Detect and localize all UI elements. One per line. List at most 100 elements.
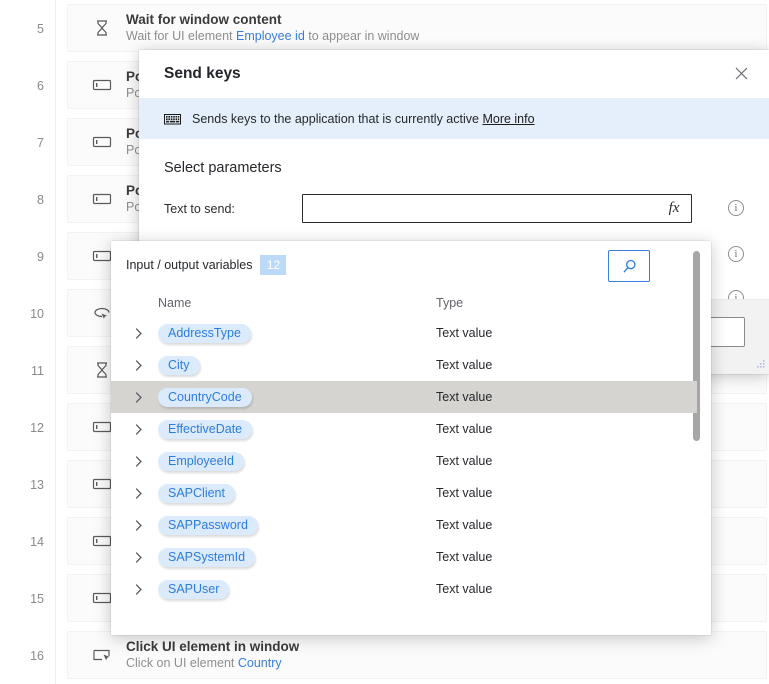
- flow-row-number: 9: [37, 250, 44, 264]
- variable-name-cell: EffectiveDate: [158, 419, 436, 439]
- info-icon[interactable]: i: [728, 246, 744, 262]
- variable-row[interactable]: AddressType Text value: [111, 317, 697, 349]
- section-title: Select parameters: [164, 160, 282, 176]
- text-to-send-row: Text to send: fx i: [139, 194, 769, 223]
- flow-row-number: 8: [37, 193, 44, 207]
- resize-grip-icon[interactable]: [754, 359, 766, 371]
- keyboard-icon: [164, 110, 182, 128]
- chevron-right-icon[interactable]: [135, 551, 158, 563]
- flow-row-link[interactable]: Employee id: [236, 29, 305, 43]
- variable-type: Text value: [436, 486, 493, 500]
- chevron-right-icon[interactable]: [135, 583, 158, 595]
- variable-chip[interactable]: EmployeeId: [158, 451, 245, 471]
- flow-row-number: 6: [37, 79, 44, 93]
- fx-icon[interactable]: fx: [662, 197, 686, 219]
- flow-row[interactable]: 5 Wait for window content Wait for UI elem…: [0, 4, 769, 54]
- chevron-right-icon[interactable]: [135, 327, 158, 339]
- variable-chip[interactable]: SAPPassword: [158, 515, 258, 535]
- variable-name-cell: CountryCode: [158, 387, 436, 407]
- flow-row-number: 5: [37, 22, 44, 36]
- more-info-link[interactable]: More info: [482, 112, 534, 126]
- variable-type: Text value: [436, 582, 493, 596]
- flow-row-number: 13: [30, 478, 44, 492]
- populate-field-icon: [90, 73, 114, 97]
- populate-field-icon: [90, 187, 114, 211]
- variable-row[interactable]: EffectiveDate Text value: [111, 413, 697, 445]
- variable-chip[interactable]: CountryCode: [158, 387, 252, 407]
- variables-table: Name Type AddressType Text value City Text …: [111, 289, 697, 635]
- variables-count-badge: 12: [260, 255, 287, 275]
- flow-row-text: Click UI element in window Click on UI el…: [126, 638, 299, 672]
- flow-row-number: 14: [30, 535, 44, 549]
- app-root: 5 Wait for window content Wait for UI elem…: [0, 0, 769, 684]
- flow-row-title: Wait for window content: [126, 12, 282, 27]
- variable-type: Text value: [436, 390, 493, 404]
- banner-text: Sends keys to the application that is cu…: [192, 112, 535, 126]
- flow-row-number: 7: [37, 136, 44, 150]
- flow-row-title: Click UI element in window: [126, 639, 300, 654]
- variable-type: Text value: [436, 422, 493, 436]
- variable-name-cell: SAPUser: [158, 579, 436, 599]
- hourglass-icon: [90, 16, 114, 40]
- variable-chip[interactable]: EffectiveDate: [158, 419, 253, 439]
- column-header-name: Name: [158, 296, 192, 310]
- variable-row[interactable]: City Text value: [111, 349, 697, 381]
- flow-row-subtitle: Click on UI element Country: [126, 656, 282, 670]
- flow-row-number: 15: [30, 592, 44, 606]
- variables-panel-header: Input / output variables 12: [111, 241, 711, 289]
- populate-field-icon: [90, 130, 114, 154]
- flow-row-number: 10: [30, 307, 44, 321]
- flow-row-card[interactable]: Wait for window content Wait for UI eleme…: [67, 4, 767, 52]
- variables-panel: Input / output variables 12 Name Type Ad…: [111, 241, 711, 635]
- variable-type: Text value: [436, 550, 493, 564]
- variable-row[interactable]: SAPClient Text value: [111, 477, 697, 509]
- chevron-right-icon[interactable]: [135, 359, 158, 371]
- variable-name-cell: SAPClient: [158, 483, 436, 503]
- variable-chip[interactable]: SAPClient: [158, 483, 235, 503]
- variables-panel-title: Input / output variables: [126, 258, 253, 272]
- flow-row-text: Wait for window content Wait for UI eleme…: [126, 11, 419, 45]
- variable-name-cell: AddressType: [158, 323, 436, 343]
- flow-row-link[interactable]: Country: [238, 656, 282, 670]
- variable-row[interactable]: SAPUser Text value: [111, 573, 697, 605]
- text-to-send-input[interactable]: [302, 194, 692, 223]
- variable-row[interactable]: CountryCode Text value: [111, 381, 697, 413]
- dialog-header: Send keys: [139, 50, 769, 98]
- chevron-right-icon[interactable]: [135, 455, 158, 467]
- variable-type: Text value: [436, 358, 493, 372]
- variable-type: Text value: [436, 518, 493, 532]
- variable-chip[interactable]: SAPSystemId: [158, 547, 256, 567]
- variable-chip[interactable]: AddressType: [158, 323, 251, 343]
- click-ui-element-icon: [90, 643, 114, 667]
- search-icon[interactable]: [608, 250, 650, 282]
- text-to-send-label: Text to send:: [164, 201, 235, 216]
- chevron-right-icon[interactable]: [135, 423, 158, 435]
- column-header-type: Type: [436, 296, 464, 310]
- variable-row[interactable]: SAPSystemId Text value: [111, 541, 697, 573]
- variable-row[interactable]: EmployeeId Text value: [111, 445, 697, 477]
- variable-name-cell: SAPSystemId: [158, 547, 436, 567]
- flow-row-number: 12: [30, 421, 44, 435]
- text-to-send-field-wrap: fx: [302, 194, 692, 223]
- variable-type: Text value: [436, 326, 493, 340]
- info-icon[interactable]: i: [728, 200, 744, 216]
- variable-chip[interactable]: City: [158, 355, 200, 375]
- close-icon[interactable]: [723, 56, 759, 90]
- flow-row-card[interactable]: Click UI element in window Click on UI el…: [67, 631, 767, 679]
- chevron-right-icon[interactable]: [135, 519, 158, 531]
- variable-name-cell: City: [158, 355, 436, 375]
- variable-chip[interactable]: SAPUser: [158, 579, 230, 599]
- dialog-title: Send keys: [164, 65, 241, 82]
- flow-row-number: 11: [31, 364, 44, 378]
- info-banner: Sends keys to the application that is cu…: [139, 98, 769, 139]
- chevron-right-icon[interactable]: [135, 487, 158, 499]
- flow-row-subtitle: Wait for UI element Employee id to appea…: [126, 29, 420, 43]
- variable-row[interactable]: SAPPassword Text value: [111, 509, 697, 541]
- banner-message: Sends keys to the application that is cu…: [192, 111, 479, 126]
- variable-name-cell: SAPPassword: [158, 515, 436, 535]
- flow-row[interactable]: 16 Click UI element in window Click on UI …: [0, 631, 769, 681]
- variable-name-cell: EmployeeId: [158, 451, 436, 471]
- variable-type: Text value: [436, 454, 493, 468]
- chevron-right-icon[interactable]: [135, 391, 158, 403]
- variables-table-header: Name Type: [111, 289, 697, 317]
